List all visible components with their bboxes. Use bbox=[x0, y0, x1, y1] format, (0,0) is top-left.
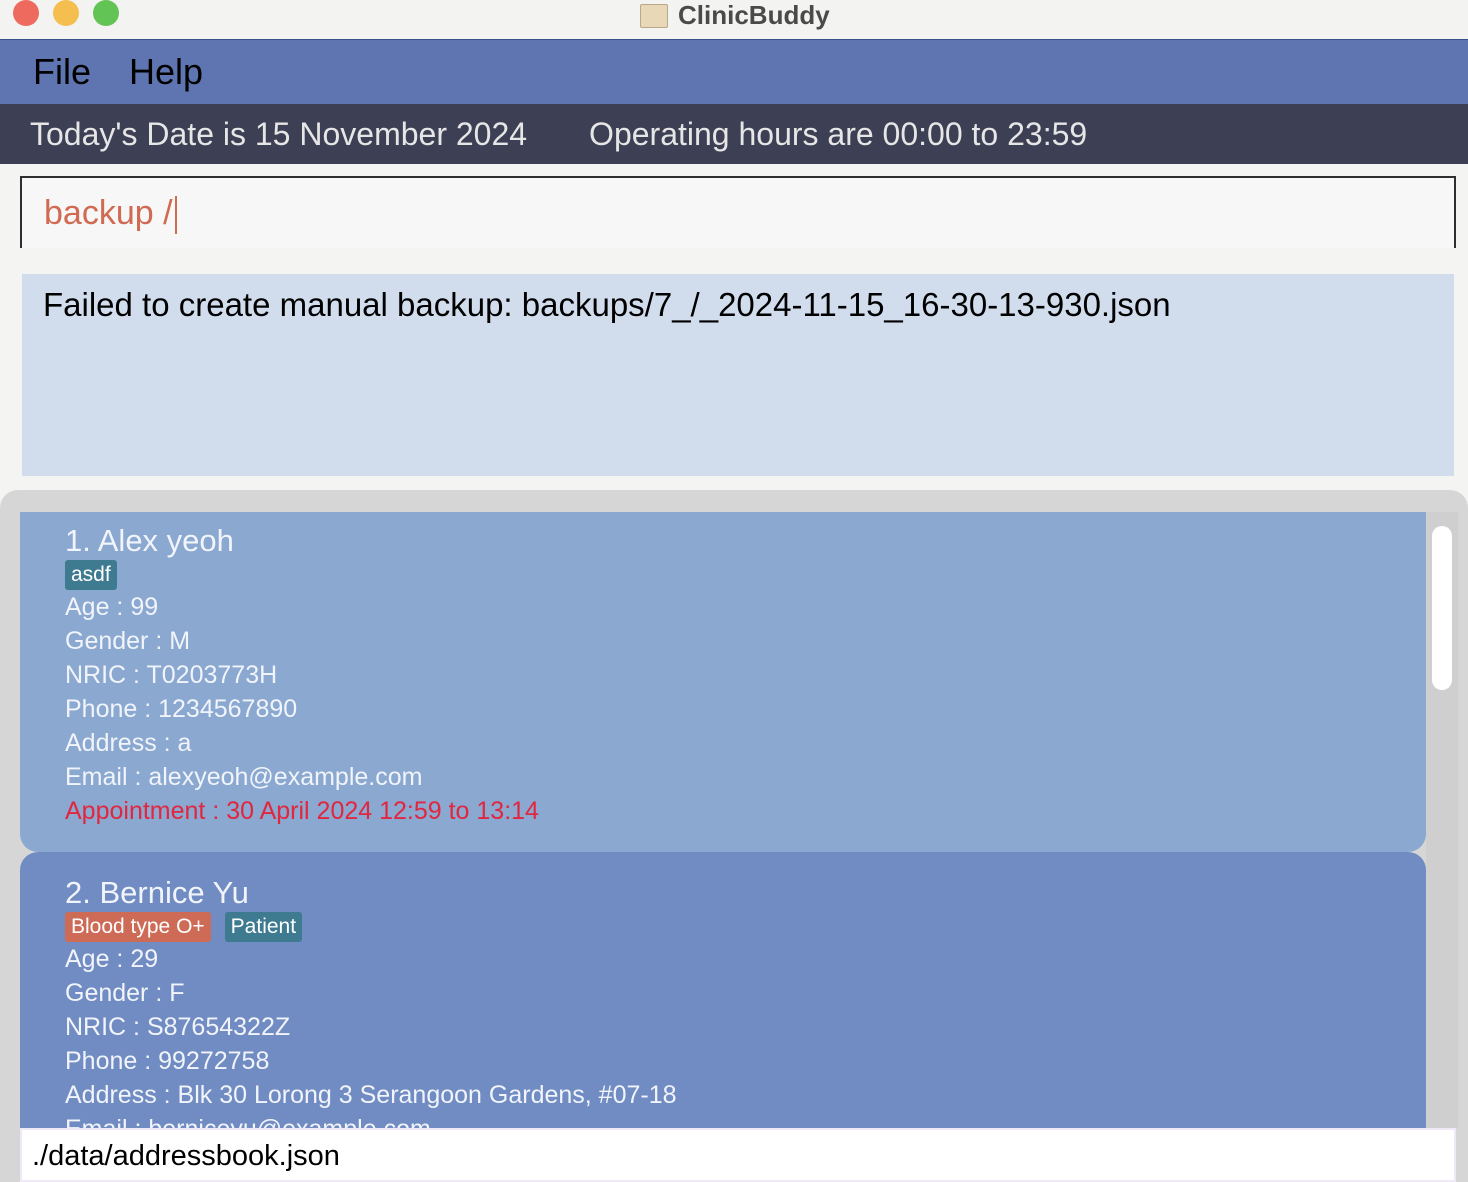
tag: Blood type O+ bbox=[65, 912, 211, 942]
person-card[interactable]: 1. Alex yeoh asdf Age : 99 Gender : M NR… bbox=[20, 512, 1426, 852]
window-title: ClinicBuddy bbox=[640, 0, 830, 31]
person-address: Address : a bbox=[65, 729, 192, 757]
person-nric: NRIC : S87654322Z bbox=[65, 1013, 291, 1041]
app-icon bbox=[640, 3, 668, 28]
person-list: 1. Alex yeoh asdf Age : 99 Gender : M NR… bbox=[0, 490, 1468, 1182]
minimize-window-button[interactable] bbox=[53, 0, 79, 26]
person-address: Address : Blk 30 Lorong 3 Serangoon Gard… bbox=[65, 1081, 677, 1109]
person-nric: NRIC : T0203773H bbox=[65, 661, 278, 689]
command-input[interactable]: backup / bbox=[20, 176, 1456, 248]
text-cursor bbox=[174, 196, 177, 235]
person-phone: Phone : 1234567890 bbox=[65, 695, 298, 723]
result-display: Failed to create manual backup: backups/… bbox=[22, 274, 1454, 476]
operating-hours: Operating hours are 00:00 to 23:59 bbox=[589, 115, 1088, 152]
status-bar-footer: ./data/addressbook.json bbox=[20, 1128, 1456, 1182]
person-gender: Gender : F bbox=[65, 979, 185, 1007]
tag: asdf bbox=[65, 560, 117, 590]
window-title-text: ClinicBuddy bbox=[678, 0, 830, 30]
scrollbar-thumb[interactable] bbox=[1432, 526, 1452, 690]
person-name: 2. Bernice Yu bbox=[65, 875, 249, 910]
info-bar: Today's Date is 15 November 2024 Operati… bbox=[0, 104, 1468, 164]
result-message: Failed to create manual backup: backups/… bbox=[43, 286, 1171, 323]
person-email: Email : alexyeoh@example.com bbox=[65, 763, 423, 791]
person-age: Age : 29 bbox=[65, 945, 159, 973]
save-location: ./data/addressbook.json bbox=[32, 1140, 340, 1172]
person-name: 1. Alex yeoh bbox=[65, 523, 234, 558]
command-text: backup / bbox=[44, 194, 173, 232]
menu-bar: File Help bbox=[0, 40, 1468, 104]
title-bar: ClinicBuddy bbox=[0, 0, 1468, 40]
person-appointment: Appointment : 30 April 2024 12:59 to 13:… bbox=[65, 797, 539, 825]
todays-date: Today's Date is 15 November 2024 bbox=[30, 115, 528, 152]
menu-file[interactable]: File bbox=[33, 51, 91, 93]
person-age: Age : 99 bbox=[65, 593, 159, 621]
person-phone: Phone : 99272758 bbox=[65, 1047, 270, 1075]
maximize-window-button[interactable] bbox=[93, 0, 119, 26]
menu-help[interactable]: Help bbox=[129, 51, 203, 93]
close-window-button[interactable] bbox=[13, 0, 39, 26]
person-gender: Gender : M bbox=[65, 627, 191, 655]
tag: Patient bbox=[224, 912, 303, 942]
